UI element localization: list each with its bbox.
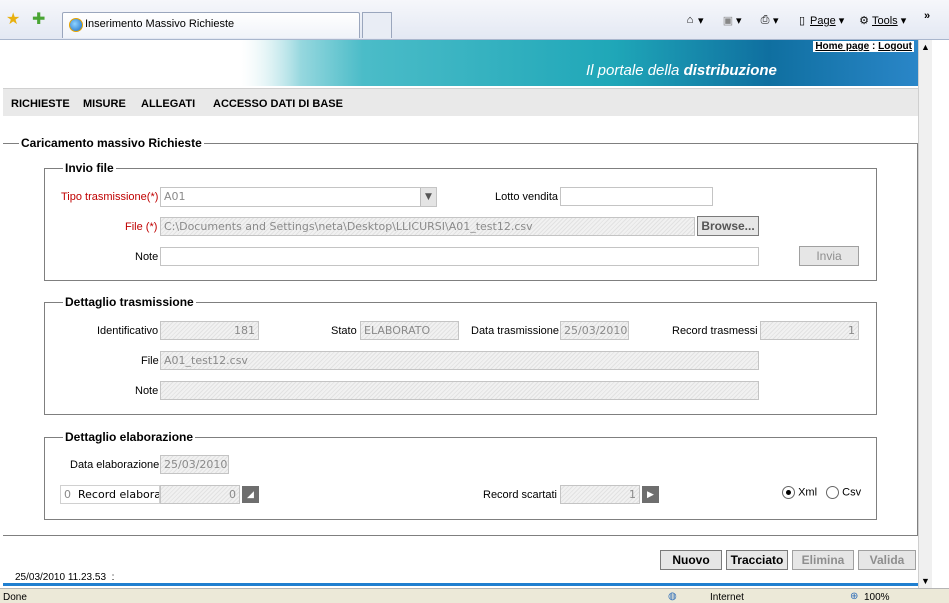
stato-field: ELABORATO — [360, 321, 459, 340]
file-name-field: A01_test12.csv — [160, 351, 759, 370]
new-tab-button[interactable] — [362, 12, 392, 38]
add-favorite-icon[interactable]: ✚ — [32, 12, 45, 28]
data-trasmissione-field: 25/03/2010 — [560, 321, 629, 340]
footer-accent-bar — [3, 583, 918, 586]
chevron-down-icon[interactable]: ▼ — [420, 188, 436, 206]
identificativo-label: Identificativo — [97, 325, 159, 337]
page-content: Il portale della distribuzione Home page… — [3, 40, 918, 588]
status-bar: Done ◍ Internet ⊕ 100% — [0, 588, 949, 603]
zoom-level[interactable]: 100% — [864, 592, 890, 603]
invia-button[interactable]: Invia — [799, 246, 859, 266]
page-menu[interactable]: ▯ Page ▾ — [794, 14, 844, 28]
record-elaborati-box: 0 Record elaborati — [60, 485, 160, 504]
panel-title: Caricamento massivo Richieste — [21, 136, 202, 150]
note-label: Note — [135, 251, 159, 263]
tipo-trasmissione-label: Tipo trasmissione(*) — [61, 191, 159, 203]
record-scartati-label: Record scartati — [483, 489, 557, 501]
file-path-input[interactable]: C:\Documents and Settings\neta\Desktop\L… — [160, 217, 695, 236]
browse-button[interactable]: Browse... — [697, 216, 759, 236]
browser-toolbar: ★ ✚ Inserimento Massivo Richieste ⌂ ▾ ▣ ▾ … — [0, 0, 949, 40]
home-icon[interactable]: ⌂ ▾ — [682, 14, 704, 28]
xml-label: Xml — [798, 486, 818, 499]
menu-item-accesso-dati[interactable]: ACCESSO DATI DI BASE — [213, 98, 343, 110]
main-menu: RICHIESTE MISURE ALLEGATI ACCESSO DATI D… — [3, 88, 918, 116]
data-elaborazione-label: Data elaborazione — [70, 459, 160, 471]
page-icon: ▯ — [798, 15, 806, 28]
elimina-button[interactable]: Elimina — [792, 550, 854, 570]
csv-label: Csv — [842, 486, 862, 499]
format-radio-group: Xml Csv — [782, 486, 861, 499]
zone-text: Internet — [710, 592, 744, 603]
record-scartati-field: 1 — [560, 485, 640, 504]
footer-timestamp: 25/03/2010 11.23.53 : — [15, 572, 115, 583]
toolbar-overflow-icon[interactable]: » — [924, 10, 930, 22]
data-elaborazione-field: 25/03/2010 — [160, 455, 229, 474]
record-trasmessi-field: 1 — [760, 321, 859, 340]
ie-page-icon — [69, 18, 83, 32]
identificativo-field: 181 — [160, 321, 259, 340]
feeds-icon[interactable]: ▣ ▾ — [720, 14, 742, 28]
banner-image: Il portale della distribuzione Home page… — [241, 40, 918, 86]
file-name-label: File — [141, 355, 159, 367]
invio-file-title: Invio file — [65, 161, 114, 175]
dettaglio-elaborazione-title: Dettaglio elaborazione — [65, 430, 194, 444]
record-elaborati-label: Record elaborati — [78, 488, 160, 501]
file-label: File (*) — [125, 221, 158, 233]
data-trasmissione-label: Data trasmissione — [471, 325, 560, 337]
print-icon[interactable]: ⎙ ▾ — [757, 14, 779, 28]
vertical-scrollbar[interactable]: ▲ ▼ — [918, 40, 932, 588]
valida-button[interactable]: Valida — [858, 550, 916, 570]
banner-links: Home page : Logout — [813, 41, 914, 52]
trasmissione-note-field — [160, 381, 759, 400]
dettaglio-elaborazione-section: Dettaglio elaborazione — [44, 430, 877, 520]
banner-title: Il portale della distribuzione — [586, 62, 777, 79]
scroll-up-icon[interactable]: ▲ — [921, 42, 930, 52]
gear-icon: ⚙ — [859, 15, 869, 28]
lotto-vendita-label: Lotto vendita — [495, 191, 558, 203]
record-elaborati-field: 0 — [160, 485, 240, 504]
menu-item-allegati[interactable]: ALLEGATI — [141, 98, 195, 110]
menu-item-richieste[interactable]: RICHIESTE — [11, 98, 70, 110]
status-text: Done — [3, 592, 27, 603]
logout-link[interactable]: Logout — [878, 41, 912, 52]
xml-radio[interactable] — [782, 486, 795, 499]
home-page-link[interactable]: Home page — [815, 41, 869, 52]
browser-tab-title: Inserimento Massivo Richieste — [85, 18, 235, 30]
tools-menu[interactable]: ⚙ Tools ▾ — [856, 14, 906, 28]
lotto-vendita-input[interactable] — [560, 187, 713, 206]
tracciato-button[interactable]: Tracciato — [726, 550, 788, 570]
menu-item-misure[interactable]: MISURE — [83, 98, 126, 110]
note-input[interactable] — [160, 247, 759, 266]
banner: Il portale della distribuzione Home page… — [3, 40, 918, 88]
tipo-trasmissione-select[interactable]: A01 ▼ — [160, 187, 437, 207]
favorites-star-icon[interactable]: ★ — [6, 12, 20, 28]
record-elaborati-detail-icon[interactable]: ◢ — [242, 486, 259, 503]
zoom-icon: ⊕ — [850, 591, 859, 602]
dettaglio-trasmissione-title: Dettaglio trasmissione — [65, 295, 194, 309]
globe-icon: ◍ — [668, 591, 677, 602]
trasmissione-note-label: Note — [135, 385, 159, 397]
scroll-down-icon[interactable]: ▼ — [921, 576, 930, 586]
stato-label: Stato — [331, 325, 357, 337]
csv-radio[interactable] — [826, 486, 840, 499]
record-scartati-detail-icon[interactable]: ▶ — [642, 486, 659, 503]
record-trasmessi-label: Record trasmessi — [672, 325, 758, 337]
nuovo-button[interactable]: Nuovo — [660, 550, 722, 570]
browser-tab-active[interactable]: Inserimento Massivo Richieste — [62, 12, 360, 38]
